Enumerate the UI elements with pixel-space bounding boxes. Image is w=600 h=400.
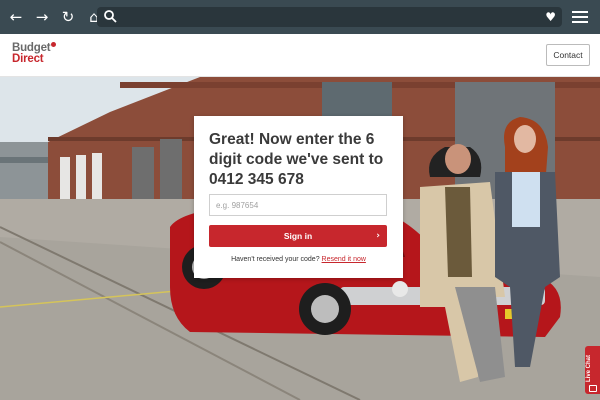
hamburger-icon[interactable] [572,8,588,26]
resend-prompt: Haven't received your code? [231,256,320,263]
verification-code-input[interactable] [209,194,387,216]
reload-icon[interactable]: ↻ [58,7,78,27]
url-input[interactable] [123,7,523,27]
forward-icon[interactable]: → [32,7,52,27]
search-icon [104,10,117,23]
logo-dot [51,42,56,47]
browser-toolbar: ← → ↻ ⌂ ♥ [0,0,600,34]
chevron-right-icon: › [376,231,380,241]
budget-direct-logo[interactable]: Budget Direct [12,42,56,65]
contact-button[interactable]: Contact [546,44,590,66]
sign-in-button[interactable]: Sign in › [209,225,387,247]
live-chat-label: Live Chat [586,354,592,382]
resend-text: Haven't received your code? Resend it no… [194,256,403,263]
back-icon[interactable]: ← [6,7,26,27]
browser-nav: ← → ↻ ⌂ [0,0,104,34]
heart-icon[interactable]: ♥ [545,8,556,26]
live-chat-tab[interactable]: Live Chat [585,346,600,394]
chat-bubble-icon [589,385,597,392]
site-header: Budget Direct Contact [0,34,600,77]
verify-heading: Great! Now enter the 6 digit code we've … [209,131,384,188]
resend-link[interactable]: Resend it now [322,256,366,263]
address-bar[interactable]: ♥ [97,7,562,27]
sign-in-label: Sign in [283,231,313,241]
verify-code-card: Great! Now enter the 6 digit code we've … [194,116,403,278]
